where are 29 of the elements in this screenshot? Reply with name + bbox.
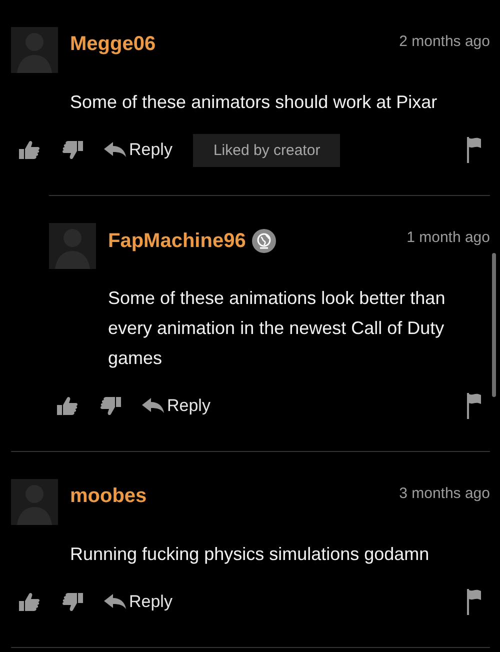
reply-arrow-icon — [142, 398, 164, 414]
username[interactable]: moobes — [70, 485, 147, 508]
comment-text: Some of these animations look better than every animation in the newest Call of Duty games — [108, 287, 446, 370]
reply-button[interactable]: Reply — [104, 592, 172, 612]
thumbs-down-icon[interactable] — [62, 140, 84, 160]
flag-icon[interactable] — [466, 589, 482, 615]
thumbs-up-icon[interactable] — [18, 592, 40, 612]
reply-button[interactable]: Reply — [142, 396, 210, 416]
flag-icon[interactable] — [466, 393, 482, 419]
thumbs-up-icon[interactable] — [18, 140, 40, 160]
comment-text: Some of these animators should work at Pixar — [70, 91, 438, 114]
timestamp: 1 month ago — [406, 229, 490, 246]
comment-text: Running fucking physics simulations godamn — [70, 543, 430, 566]
reply-arrow-icon — [104, 594, 126, 610]
username[interactable]: FapMachine96 — [108, 230, 246, 252]
flag-icon[interactable] — [466, 137, 482, 163]
timestamp: 3 months ago — [399, 485, 490, 502]
scroll-bar[interactable] — [492, 253, 496, 397]
avatar-icon — [11, 479, 58, 525]
liked-by-creator-label: Liked by creator — [193, 134, 340, 166]
username[interactable]: Megge06 — [70, 33, 156, 56]
timestamp: 2 months ago — [399, 33, 490, 50]
thumbs-up-icon[interactable] — [56, 396, 78, 416]
thumbs-down-icon[interactable] — [100, 396, 122, 416]
avatar-icon — [11, 27, 58, 73]
reply-button[interactable]: Reply — [104, 140, 172, 160]
thumbs-down-icon[interactable] — [62, 592, 84, 612]
avatar-icon — [49, 223, 96, 269]
reply-arrow-icon — [104, 142, 126, 158]
